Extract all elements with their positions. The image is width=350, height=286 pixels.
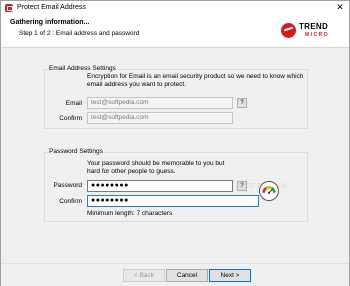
email-confirm-field[interactable]: test@softpedia.com: [87, 112, 233, 124]
password-field[interactable]: ●●●●●●●●: [87, 180, 233, 192]
close-icon[interactable]: ✕: [333, 1, 347, 14]
cancel-button[interactable]: Cancel: [166, 269, 208, 282]
window-title: Protect Email Address: [17, 4, 86, 11]
password-label: Password: [53, 182, 82, 189]
password-settings-legend: Password Settings: [48, 148, 104, 155]
protect-email-window: Protect Email Address ✕ Gathering inform…: [0, 0, 350, 286]
email-help-button[interactable]: ?: [237, 98, 247, 108]
next-button[interactable]: Next >: [209, 269, 251, 282]
email-settings-group: Email Address Settings Encryption for Em…: [44, 65, 308, 129]
logo-text-trend: TREND: [299, 22, 329, 31]
header-title: Gathering information...: [10, 19, 90, 26]
email-label: Email: [65, 100, 82, 107]
email-confirm-label: Confirm: [59, 115, 82, 122]
email-settings-description: Encryption for Email is an email securit…: [87, 73, 304, 88]
password-settings-description: Your password should be memorable to you…: [87, 160, 225, 175]
password-strength-gauge-icon: [259, 181, 279, 201]
step-subtitle: Step 1 of 2 : Email address and password: [19, 30, 140, 37]
trend-micro-logo: TREND MICRO: [281, 18, 345, 44]
email-field[interactable]: test@softpedia.com: [87, 97, 233, 109]
password-confirm-field[interactable]: ●●●●●●●●: [87, 195, 259, 207]
logo-text-micro: MICRO: [305, 32, 330, 38]
back-button[interactable]: < Back: [123, 269, 165, 282]
email-settings-legend: Email Address Settings: [48, 65, 117, 72]
wizard-header: Gathering information... Step 1 of 2 : E…: [1, 15, 349, 48]
app-icon: [5, 4, 13, 12]
trend-micro-logo-icon: [281, 23, 296, 38]
password-min-length-hint: Minimum length: 7 characters: [87, 210, 173, 217]
title-bar[interactable]: Protect Email Address ✕: [1, 1, 349, 15]
password-confirm-label: Confirm: [59, 198, 82, 205]
